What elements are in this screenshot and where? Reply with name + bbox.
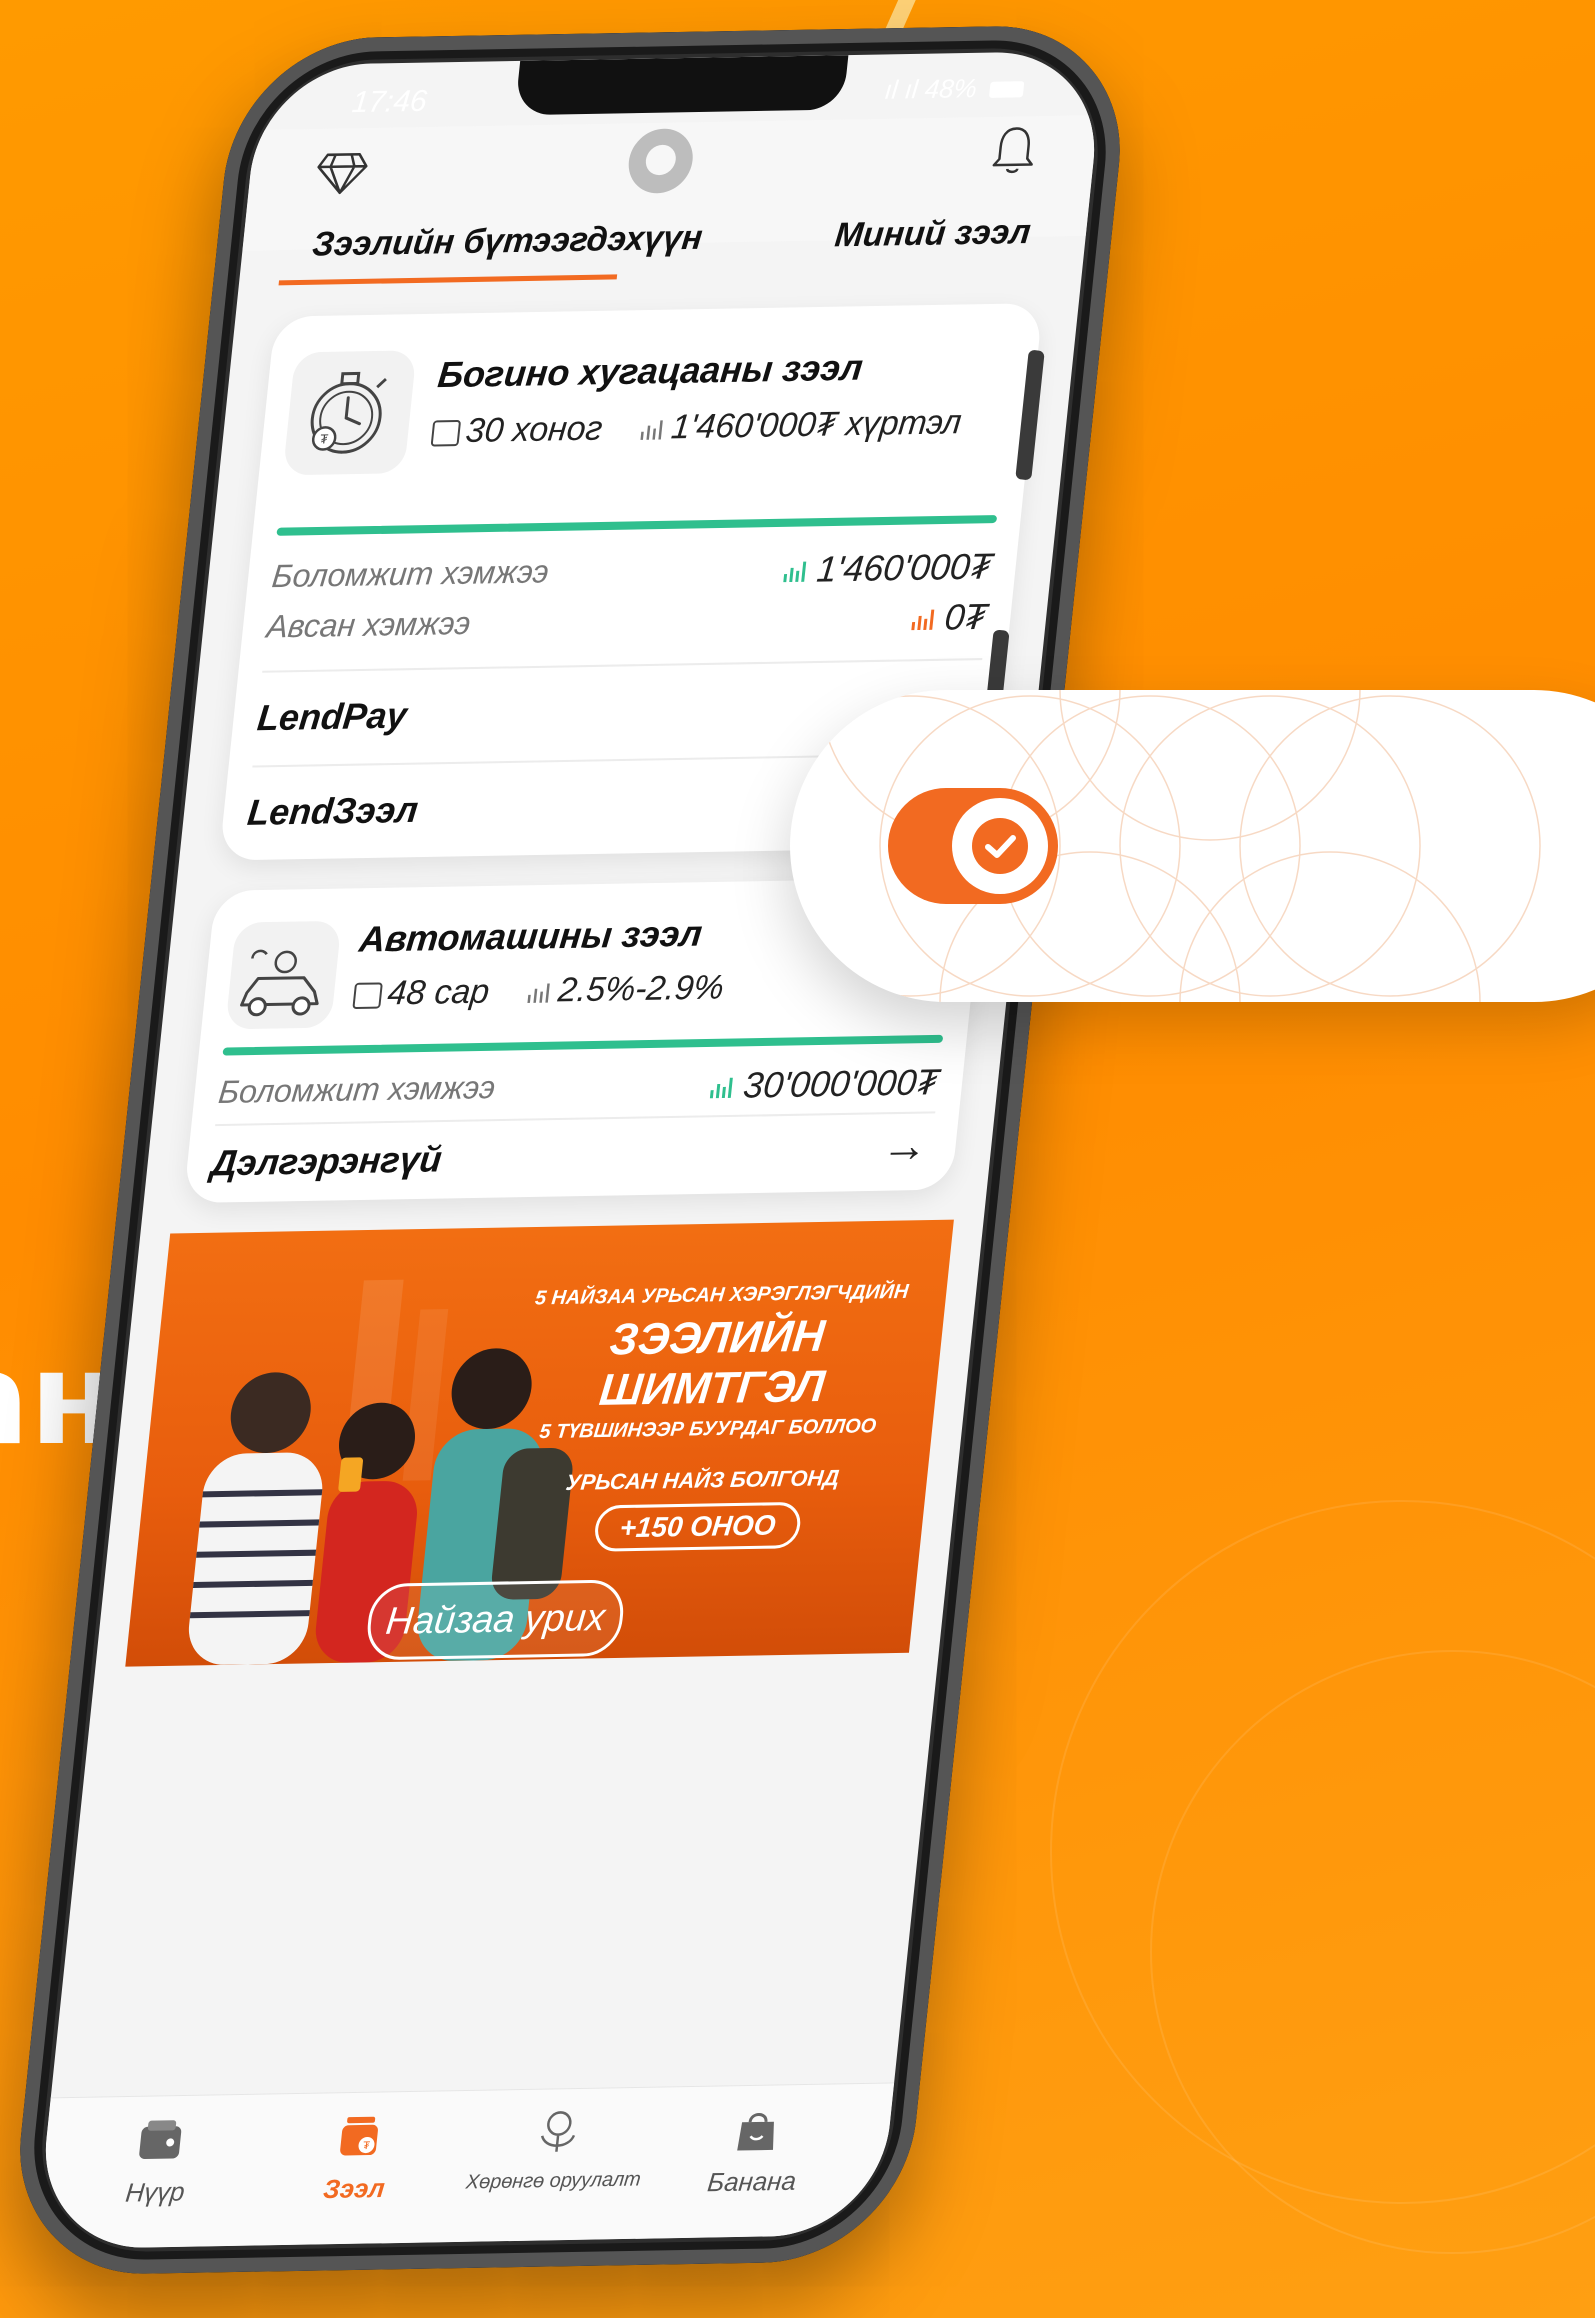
- details-label: Дэлгэрэнгүй: [209, 1138, 444, 1184]
- available-amount-row: Боломжит хэмжээ 30'000'000₮: [217, 1061, 941, 1110]
- investment-icon: [540, 2111, 576, 2152]
- banner-line4: УРЬСАН НАЙЗ БОЛГОНД: [564, 1464, 841, 1495]
- green-bars-icon: [783, 562, 807, 583]
- loan-rate: 2.5%-2.9%: [556, 968, 726, 1010]
- promo-stage: ан 17:46 ıl ıl 48%: [0, 0, 1595, 2318]
- available-value-wrap: 1'460'000₮: [781, 545, 994, 591]
- banner-line3: 5 ТҮВШИНЭЭР БУУРДАГ БОЛЛОО: [538, 1415, 878, 1444]
- tabbar-item-investment[interactable]: Хөрөнгө оруулалт: [458, 2106, 656, 2195]
- lendpay-label: LendPay: [255, 694, 409, 739]
- orange-bars-icon: [911, 610, 935, 631]
- tab-my-loans[interactable]: Миний зээл: [833, 213, 1033, 256]
- product-title: Автомашины зээл: [357, 912, 705, 960]
- available-value: 30'000'000₮: [741, 1060, 941, 1106]
- limit-progress-bar: [276, 515, 998, 536]
- tabbar-label: Банана: [706, 2165, 798, 2198]
- product-meta: 48 сар 2.5%-2.9%: [352, 968, 726, 1014]
- loan-duration: 48 сар: [385, 972, 492, 1013]
- avatar[interactable]: [625, 128, 696, 194]
- signal-icon: ıl ıl: [883, 73, 920, 105]
- toggle-promo-card: [790, 690, 1595, 1002]
- toggle-switch[interactable]: [888, 788, 1058, 904]
- shopping-bag-icon: [737, 2112, 774, 2151]
- banner-copy: 5 НАЙЗАА УРЬСАН ХЭРЭГЛЭГЧДИЙН ЗЭЭЛИЙН ШИ…: [506, 1281, 912, 1554]
- status-time: 17:46: [350, 84, 429, 120]
- check-icon: [972, 818, 1028, 874]
- taken-label: Авсан хэмжээ: [265, 604, 473, 645]
- toggle-knob: [952, 798, 1048, 894]
- available-amount-row: Боломжит хэмжээ 1'460'000₮: [270, 545, 994, 594]
- bottom-tab-bar: Нүүр ₮ Зээл Хөрөнгө оруулалт Банана: [35, 2082, 895, 2250]
- bar-chart-icon: [526, 983, 550, 1003]
- status-bar: 17:46 ıl ıl 48%: [256, 65, 1104, 120]
- battery-icon: [988, 81, 1025, 98]
- diamond-icon[interactable]: [313, 146, 370, 199]
- product-meta: 30 хоног 1'460'000₮ хүртэл: [430, 403, 963, 452]
- lendzeel-label: LendЗээл: [245, 788, 421, 833]
- banner-headline: ЗЭЭЛИЙН ШИМТГЭЛ: [597, 1311, 828, 1415]
- tabbar-label: Хөрөнгө оруулалт: [464, 2168, 642, 2194]
- loan-duration: 30 хоног: [463, 409, 605, 451]
- limit-progress-bar: [222, 1034, 944, 1056]
- loan-tabs: Зээлийн бүтээгдэхүүн Миний зээл: [239, 192, 1091, 287]
- available-value-wrap: 30'000'000₮: [708, 1061, 941, 1107]
- details-link-row[interactable]: Дэлгэрэнгүй →: [207, 1111, 935, 1200]
- calendar-icon: [352, 982, 383, 1010]
- tabbar-label: Нүүр: [124, 2176, 187, 2208]
- stopwatch-icon: ₮: [282, 350, 417, 476]
- tabbar-label: Зээл: [321, 2172, 387, 2205]
- tab-loan-products[interactable]: Зээлийн бүтээгдэхүүн: [310, 219, 705, 265]
- tabbar-item-banana[interactable]: Банана: [656, 2102, 855, 2199]
- calendar-icon: [430, 419, 462, 447]
- bell-icon[interactable]: [989, 124, 1040, 177]
- tabbar-item-home[interactable]: Нүүр: [59, 2113, 258, 2210]
- loan-limit: 1'460'000₮ хүртэл: [669, 402, 964, 447]
- bar-chart-icon: [640, 420, 663, 440]
- banner-points-badge: +150 ОНОО: [592, 1501, 803, 1552]
- app-screen: 17:46 ıl ıl 48% Зээлийн бүтээгдэхүүн Мин…: [35, 50, 1105, 2250]
- invite-friend-button[interactable]: Найзаа урих: [364, 1579, 627, 1661]
- product-title: Богино хугацааны зээл: [435, 346, 865, 396]
- tabbar-item-loan[interactable]: ₮ Зээл: [258, 2109, 457, 2206]
- loan-icon: ₮: [340, 2116, 378, 2156]
- car-icon: [225, 920, 342, 1030]
- taken-value-wrap: 0₮: [909, 596, 989, 640]
- available-value: 1'460'000₮: [814, 545, 995, 590]
- active-tab-indicator: [278, 274, 618, 286]
- green-bars-icon: [709, 1078, 733, 1099]
- arrow-right-icon: →: [879, 1118, 931, 1172]
- available-label: Боломжит хэмжээ: [270, 553, 551, 595]
- phone-mockup: 17:46 ıl ıl 48% Зээлийн бүтээгдэхүүн Мин…: [6, 10, 1134, 2280]
- svg-text:₮: ₮: [319, 431, 328, 446]
- taken-value: 0₮: [942, 595, 989, 638]
- wallet-icon: [139, 2120, 182, 2160]
- available-label: Боломжит хэмжээ: [216, 1068, 497, 1110]
- status-indicators: ıl ıl 48%: [883, 72, 1025, 106]
- taken-amount-row: Авсан хэмжээ 0₮: [265, 596, 989, 645]
- referral-banner[interactable]: 5 НАЙЗАА УРЬСАН ХЭРЭГЛЭГЧДИЙН ЗЭЭЛИЙН ШИ…: [125, 1219, 954, 1667]
- battery-level: 48%: [923, 72, 979, 105]
